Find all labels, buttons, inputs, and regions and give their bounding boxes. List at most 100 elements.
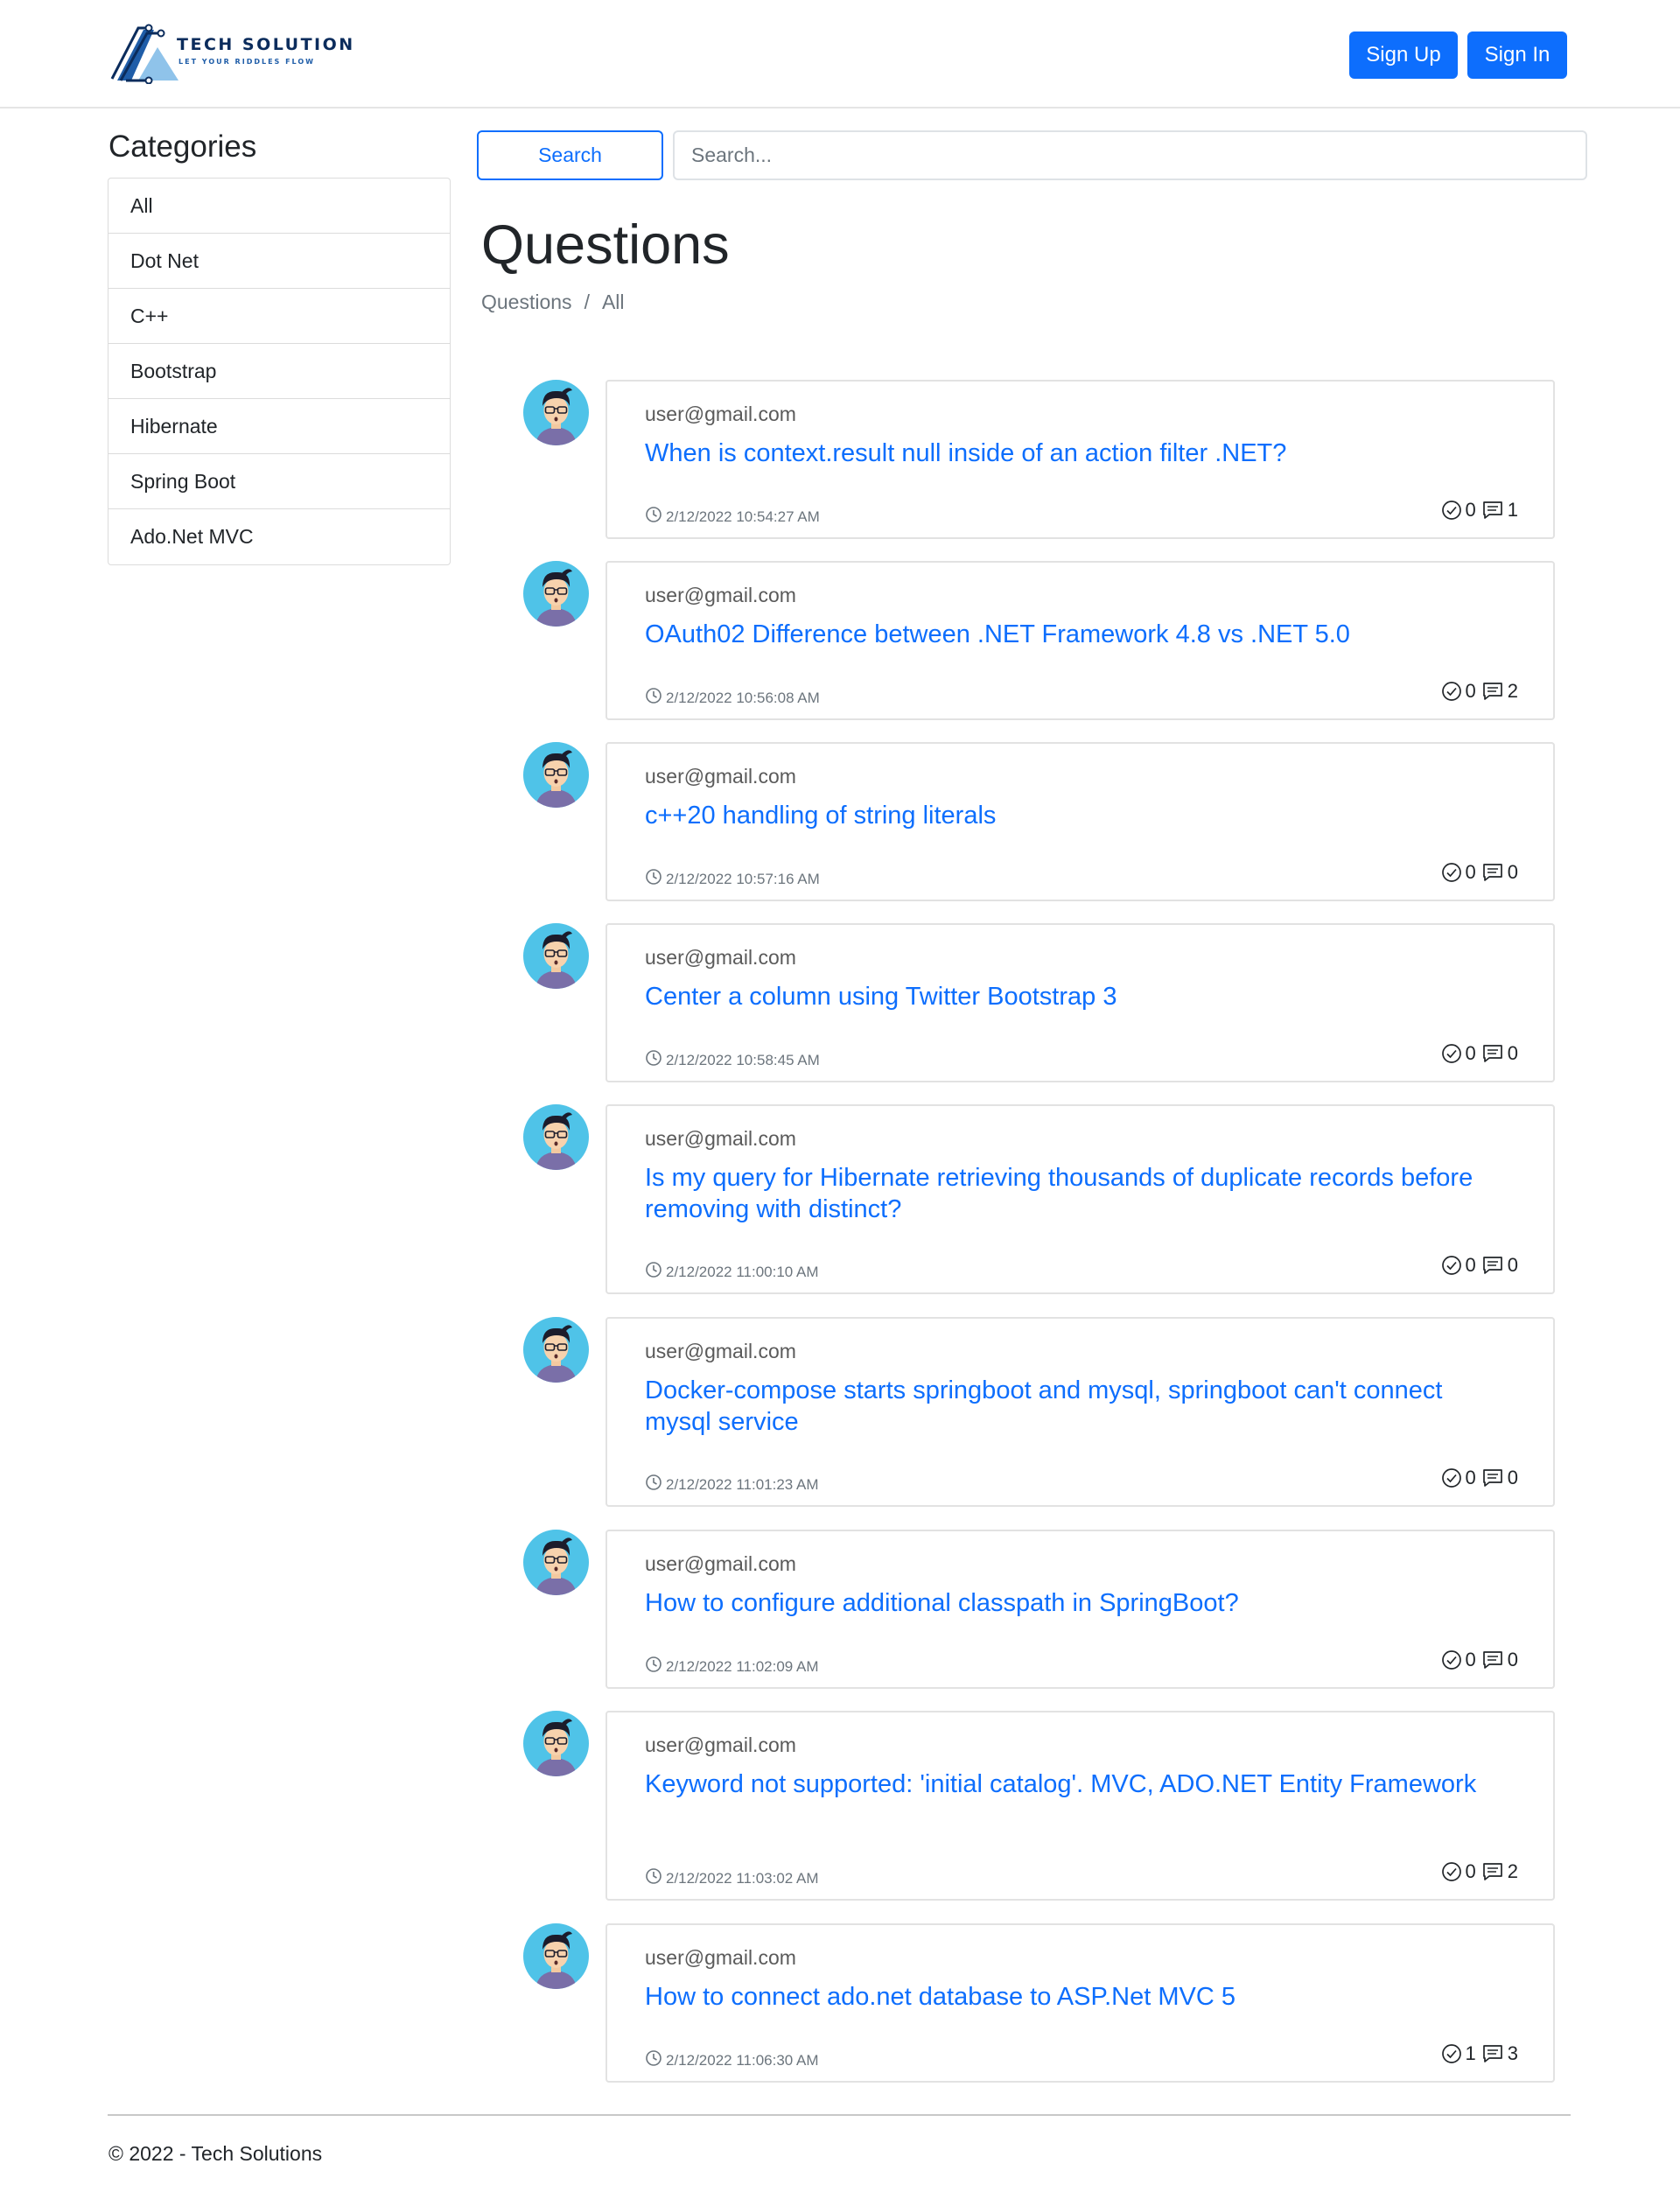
question-title-link[interactable]: OAuth02 Difference between .NET Framewor… — [645, 619, 1511, 650]
brand-logo[interactable]: TECH SOLUTION LET YOUR RIDDLES FLOW — [108, 23, 353, 84]
check-circle-icon — [1441, 1467, 1462, 1488]
answer-count: 0 — [1465, 1649, 1476, 1670]
answer-count: 1 — [1465, 2042, 1476, 2064]
clock-icon — [645, 2049, 662, 2071]
avatar — [523, 1923, 589, 1989]
question-title-link[interactable]: When is context.result null inside of an… — [645, 438, 1511, 469]
breadcrumb-all: All — [601, 291, 625, 313]
question-timestamp: 2/12/2022 11:02:09 AM — [645, 1656, 819, 1677]
question-time: 2/12/2022 11:01:23 AM — [666, 1475, 819, 1493]
comment-count: 0 — [1507, 861, 1518, 883]
question-timestamp: 2/12/2022 10:54:27 AM — [645, 506, 820, 528]
question-title-link[interactable]: c++20 handling of string literals — [645, 800, 1511, 831]
question-title-link[interactable]: Is my query for Hibernate retrieving tho… — [645, 1162, 1511, 1225]
logo-mark-icon — [110, 24, 178, 84]
breadcrumb-questions[interactable]: Questions — [481, 291, 572, 314]
question-time: 2/12/2022 11:06:30 AM — [666, 2051, 819, 2069]
question-author: user@gmail.com — [645, 1733, 796, 1756]
question-time: 2/12/2022 11:00:10 AM — [666, 1263, 819, 1280]
question-author: user@gmail.com — [645, 1552, 796, 1575]
question-time: 2/12/2022 11:02:09 AM — [666, 1657, 819, 1675]
comment-count: 0 — [1507, 1042, 1518, 1064]
question-time: 2/12/2022 10:58:45 AM — [666, 1051, 820, 1068]
breadcrumb-separator: / — [584, 291, 590, 313]
question-timestamp: 2/12/2022 11:06:30 AM — [645, 2049, 819, 2071]
question-card: user@gmail.com OAuth02 Difference betwee… — [606, 561, 1555, 720]
clock-icon — [645, 868, 662, 890]
avatar — [523, 380, 589, 445]
check-circle-icon — [1441, 681, 1462, 702]
answer-count: 0 — [1465, 680, 1476, 702]
question-card: user@gmail.com Is my query for Hibernate… — [606, 1104, 1555, 1294]
search-button[interactable]: Search — [477, 130, 663, 180]
category-item-all[interactable]: All — [108, 179, 450, 234]
question-author: user@gmail.com — [645, 1340, 796, 1362]
category-item-bootstrap[interactable]: Bootstrap — [108, 344, 450, 399]
check-circle-icon — [1441, 500, 1462, 521]
question-card: user@gmail.com When is context.result nu… — [606, 380, 1555, 539]
comment-icon — [1481, 2043, 1504, 2064]
clock-icon — [645, 687, 662, 709]
avatar — [523, 1711, 589, 1776]
category-item-cpp[interactable]: C++ — [108, 289, 450, 344]
check-circle-icon — [1441, 1649, 1462, 1670]
comment-count: 1 — [1507, 499, 1518, 521]
category-item-spring-boot[interactable]: Spring Boot — [108, 454, 450, 509]
question-timestamp: 2/12/2022 11:00:10 AM — [645, 1261, 819, 1283]
question-author: user@gmail.com — [645, 584, 796, 606]
question-author: user@gmail.com — [645, 1127, 796, 1150]
comment-icon — [1481, 1861, 1504, 1882]
question-timestamp: 2/12/2022 10:56:08 AM — [645, 687, 820, 709]
comment-icon — [1481, 1467, 1504, 1488]
comment-icon — [1481, 1043, 1504, 1064]
avatar — [523, 923, 589, 989]
question-card: user@gmail.com c++20 handling of string … — [606, 742, 1555, 901]
check-circle-icon — [1441, 2043, 1462, 2064]
sign-up-button[interactable]: Sign Up — [1349, 32, 1458, 79]
comment-count: 0 — [1507, 1254, 1518, 1276]
question-stats: 0 2 — [1441, 680, 1518, 703]
question-card: user@gmail.com Center a column using Twi… — [606, 923, 1555, 1082]
question-timestamp: 2/12/2022 10:58:45 AM — [645, 1049, 820, 1071]
comment-count: 0 — [1507, 1649, 1518, 1670]
question-stats: 0 0 — [1441, 1467, 1518, 1489]
question-title-link[interactable]: Center a column using Twitter Bootstrap … — [645, 981, 1511, 1012]
question-title-link[interactable]: Keyword not supported: 'initial catalog'… — [645, 1768, 1511, 1800]
sign-in-button[interactable]: Sign In — [1467, 32, 1567, 79]
category-item-ado-net-mvc[interactable]: Ado.Net MVC — [108, 509, 450, 564]
category-list: All Dot Net C++ Bootstrap Hibernate Spri… — [108, 178, 451, 565]
comment-count: 2 — [1507, 1860, 1518, 1882]
avatar — [523, 1104, 589, 1170]
search-input[interactable] — [673, 130, 1587, 180]
question-author: user@gmail.com — [645, 403, 796, 425]
category-item-hibernate[interactable]: Hibernate — [108, 399, 450, 454]
categories-heading: Categories — [108, 130, 257, 164]
clock-icon — [645, 506, 662, 528]
question-title-link[interactable]: How to connect ado.net database to ASP.N… — [645, 1981, 1511, 2013]
question-title-link[interactable]: Docker-compose starts springboot and mys… — [645, 1375, 1511, 1438]
comment-icon — [1481, 681, 1504, 702]
question-stats: 0 0 — [1441, 1254, 1518, 1277]
avatar — [523, 1317, 589, 1383]
breadcrumb: Questions / All — [481, 291, 625, 314]
avatar — [523, 1530, 589, 1595]
question-card: user@gmail.com How to configure addition… — [606, 1530, 1555, 1689]
check-circle-icon — [1441, 1043, 1462, 1064]
footer-copyright: © 2022 - Tech Solutions — [108, 2142, 323, 2165]
question-stats: 0 2 — [1441, 1860, 1518, 1883]
comment-count: 2 — [1507, 680, 1518, 702]
question-stats: 0 0 — [1441, 1042, 1518, 1065]
comment-count: 3 — [1507, 2042, 1518, 2064]
comment-icon — [1481, 500, 1504, 521]
comment-count: 0 — [1507, 1467, 1518, 1488]
category-item-dot-net[interactable]: Dot Net — [108, 234, 450, 289]
clock-icon — [645, 1656, 662, 1677]
question-time: 2/12/2022 10:54:27 AM — [666, 508, 820, 525]
question-author: user@gmail.com — [645, 765, 796, 788]
clock-icon — [645, 1261, 662, 1283]
clock-icon — [645, 1867, 662, 1889]
answer-count: 0 — [1465, 499, 1476, 521]
question-card: user@gmail.com How to connect ado.net da… — [606, 1923, 1555, 2083]
question-title-link[interactable]: How to configure additional classpath in… — [645, 1587, 1511, 1619]
check-circle-icon — [1441, 1255, 1462, 1276]
